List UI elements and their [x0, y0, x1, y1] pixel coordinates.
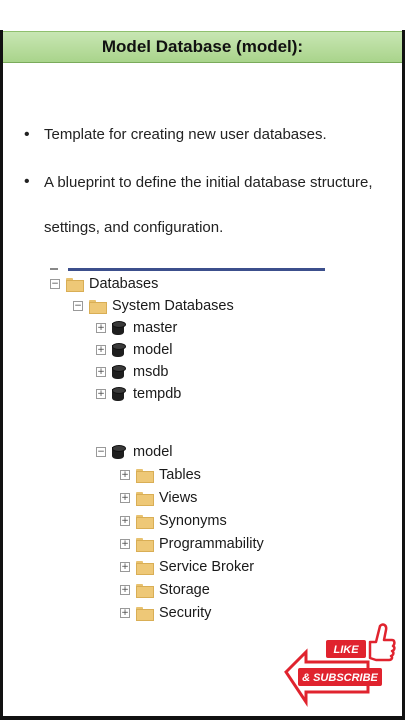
- tree-node-label: tempdb: [133, 386, 182, 402]
- bullet-item: • A blueprint to define the initial data…: [24, 171, 384, 250]
- tree-node-label: Views: [159, 490, 198, 506]
- folder-icon: [136, 515, 154, 529]
- tree-node-programmability[interactable]: + Programmability: [120, 534, 264, 554]
- bullet-item: • Template for creating new user databas…: [24, 124, 384, 146]
- tree-node-label: master: [133, 320, 178, 336]
- folder-icon: [136, 492, 154, 506]
- bullet-list: • Template for creating new user databas…: [24, 124, 384, 250]
- expand-icon[interactable]: +: [120, 470, 130, 480]
- folder-icon: [66, 278, 84, 292]
- folder-icon: [136, 561, 154, 575]
- tree-node-msdb[interactable]: + msdb: [96, 362, 168, 382]
- like-subscribe-graphic: LIKE & SUBSCRIBE: [284, 623, 396, 707]
- tree-node-label: Service Broker: [159, 559, 255, 575]
- collapse-icon[interactable]: −: [50, 279, 60, 289]
- thumbs-up-icon: [368, 623, 396, 662]
- tree-node-storage[interactable]: + Storage: [120, 580, 210, 600]
- database-icon: [112, 364, 126, 380]
- collapse-icon[interactable]: −: [96, 447, 106, 457]
- database-icon: [112, 342, 126, 358]
- tree-node-label: Synonyms: [159, 513, 227, 529]
- tree-node-label: Programmability: [159, 536, 264, 552]
- tree-node-label: model: [133, 444, 173, 460]
- expand-icon[interactable]: +: [96, 323, 106, 333]
- tree-node-label: msdb: [133, 364, 169, 380]
- folder-icon: [136, 538, 154, 552]
- like-subscribe-badge[interactable]: LIKE & SUBSCRIBE: [284, 620, 396, 710]
- folder-icon: [136, 584, 154, 598]
- tree-node-label: Databases: [89, 276, 159, 292]
- expand-icon[interactable]: +: [120, 585, 130, 595]
- database-icon: [112, 386, 126, 402]
- database-icon: [112, 444, 126, 460]
- expand-icon[interactable]: +: [96, 389, 106, 399]
- expand-icon[interactable]: +: [120, 608, 130, 618]
- expand-icon[interactable]: +: [120, 493, 130, 503]
- folder-icon: [89, 300, 107, 314]
- folder-icon: [136, 469, 154, 483]
- top-bar: [0, 0, 405, 30]
- tree-node-tables[interactable]: + Tables: [120, 465, 201, 485]
- tree-node-service-broker[interactable]: + Service Broker: [120, 557, 254, 577]
- bullet-dot: •: [24, 126, 30, 143]
- tree-top-line: [68, 268, 325, 271]
- title-banner: Model Database (model):: [3, 31, 402, 63]
- tree-node-synonyms[interactable]: + Synonyms: [120, 511, 227, 531]
- tree-node-model[interactable]: + model: [96, 340, 173, 360]
- collapse-icon[interactable]: −: [73, 301, 83, 311]
- tree-node-master[interactable]: + master: [96, 318, 177, 338]
- subscribe-text: & SUBSCRIBE: [302, 672, 378, 684]
- expand-icon[interactable]: +: [96, 367, 106, 377]
- page-title: Model Database (model):: [101, 37, 304, 56]
- expand-icon[interactable]: +: [120, 516, 130, 526]
- tree-node-label: System Databases: [112, 298, 234, 314]
- tree-node-label: model: [133, 342, 173, 358]
- tree-node-label: Tables: [159, 467, 201, 483]
- tree-node-system-databases[interactable]: − System Databases: [73, 296, 234, 316]
- database-icon: [112, 320, 126, 336]
- expand-icon[interactable]: +: [96, 345, 106, 355]
- tree-node-databases[interactable]: − Databases: [50, 274, 158, 294]
- bullet-text: Template for creating new user databases…: [44, 126, 327, 143]
- expand-icon[interactable]: +: [120, 539, 130, 549]
- object-explorer-tree: − Databases − System Databases + master …: [40, 262, 340, 642]
- tree-node-tempdb[interactable]: + tempdb: [96, 384, 181, 404]
- expand-icon[interactable]: +: [120, 562, 130, 572]
- tree-node-label: Security: [159, 605, 212, 621]
- like-text: LIKE: [333, 644, 359, 656]
- tree-node-views[interactable]: + Views: [120, 488, 197, 508]
- tree-tick: [50, 268, 58, 270]
- tree-node-model-expanded[interactable]: − model: [96, 442, 173, 462]
- bullet-dot: •: [24, 173, 30, 190]
- folder-icon: [136, 607, 154, 621]
- bullet-text: A blueprint to define the initial databa…: [44, 174, 373, 236]
- tree-node-label: Storage: [159, 582, 210, 598]
- tree-node-security[interactable]: + Security: [120, 603, 211, 623]
